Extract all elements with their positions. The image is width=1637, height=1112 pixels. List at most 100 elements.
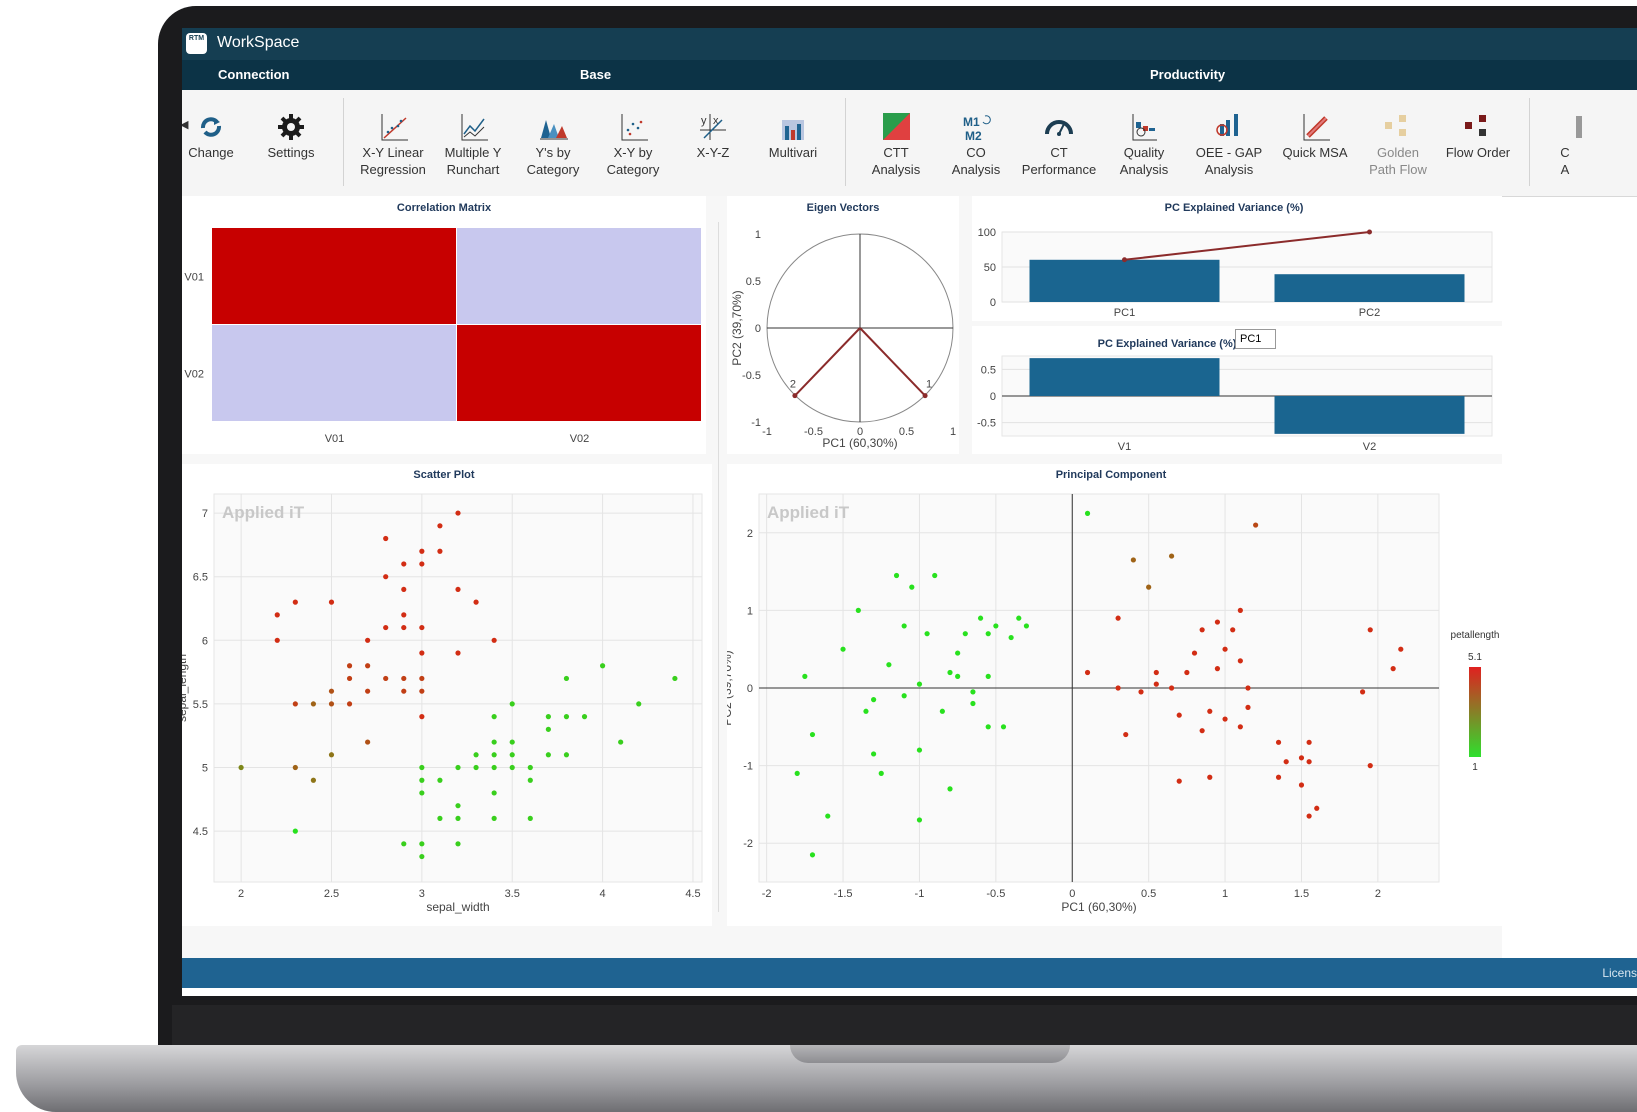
- data-point: [365, 663, 371, 669]
- x-tick-label: V2: [1363, 441, 1376, 453]
- y-tick-label: 5: [202, 763, 208, 775]
- data-point: [419, 561, 425, 567]
- toolbar-button-ctt-analysis[interactable]: CTT Analysis: [853, 110, 939, 178]
- eigen-vector: [859, 327, 926, 397]
- data-point: [328, 752, 335, 758]
- data-point: [437, 815, 443, 821]
- scatter-chart: 2 2.5 3 3.5 4 4.5 4.5 5 5.5 6 6.5 7 Applied iT sepal_…: [182, 493, 703, 914]
- toolbar-button-xy-by-category[interactable]: X-Y by Category: [590, 110, 676, 178]
- toolbar-button-gear[interactable]: Settings: [248, 110, 334, 161]
- heatmap-x-label: V01: [325, 433, 345, 445]
- y-tick-label: -1: [751, 417, 761, 429]
- toolbar-button-change[interactable]: Change: [182, 110, 254, 161]
- data-point: [292, 828, 298, 834]
- data-point: [491, 764, 497, 771]
- data-point: [909, 584, 915, 590]
- heatmap-cell: [212, 228, 456, 324]
- x-tick-label: 2: [1375, 888, 1381, 900]
- toolbar-button-oee-gap[interactable]: OEE - GAP Analysis: [1186, 110, 1272, 178]
- data-point: [901, 623, 907, 629]
- x-tick-label: 1: [950, 426, 956, 438]
- data-point: [1115, 615, 1121, 621]
- toolbar-button-golden-path[interactable]: Golden Path Flow: [1355, 110, 1441, 178]
- y-axis-label: PC2 (39,70%): [727, 650, 734, 725]
- y-axis-label: PC2 (39,70%): [730, 290, 744, 365]
- x-axis-label: PC1 (60,30%): [1061, 900, 1136, 914]
- toolbar-button-xyz[interactable]: y x X-Y-Z: [670, 110, 756, 161]
- y-tick-label: 5.5: [193, 699, 208, 711]
- y-tick-label: -0.5: [742, 370, 761, 382]
- heatmap-x-label: V02: [570, 433, 590, 445]
- data-point: [893, 572, 900, 579]
- heatmap-cell: [457, 228, 701, 324]
- data-point: [1123, 731, 1129, 738]
- toolbar-button-label: Multivari: [768, 145, 818, 160]
- data-point: [509, 752, 515, 758]
- x-tick-label: 2.5: [324, 888, 339, 900]
- x-tick-label: 4: [600, 888, 606, 900]
- data-point: [437, 523, 443, 529]
- toolbar-button-quick-msa[interactable]: Quick MSA: [1272, 110, 1358, 161]
- data-point: [955, 673, 961, 679]
- data-point: [491, 637, 497, 643]
- loading-bar: [1274, 396, 1465, 434]
- toolbar-button-label: Performance: [1021, 162, 1097, 177]
- data-point: [985, 631, 991, 637]
- x-axis-label: PC1 (60,30%): [822, 436, 897, 450]
- toolbar-button-label: C: [1560, 145, 1570, 160]
- data-point: [1138, 689, 1144, 695]
- data-point: [527, 815, 533, 821]
- data-point: [545, 726, 551, 732]
- flow-order-icon: [1435, 110, 1521, 144]
- data-point: [932, 572, 938, 579]
- data-point: [1084, 669, 1091, 676]
- data-point: [292, 701, 298, 707]
- plot-area: [213, 493, 703, 883]
- data-point: [545, 752, 551, 758]
- data-point: [939, 708, 945, 714]
- toolbar-button-multivari[interactable]: Multivari: [750, 110, 836, 161]
- toolbar-button-label: Category: [526, 162, 580, 177]
- data-point: [401, 612, 407, 618]
- data-point: [328, 701, 335, 707]
- cumulative-point: [1367, 229, 1372, 235]
- watermark-text: Applied iT: [767, 503, 850, 522]
- toolbar-button-flow-order[interactable]: Flow Order: [1435, 110, 1521, 161]
- toolbar-button-linear-regression[interactable]: X-Y Linear Regression: [350, 110, 436, 178]
- data-point: [419, 790, 425, 796]
- toolbar-button-co-analysis[interactable]: M1 M2 CO Analysis: [933, 110, 1019, 178]
- toolbar-button-label: Y's by: [535, 145, 571, 160]
- data-point: [1390, 666, 1396, 672]
- xyz-icon: yx: [670, 110, 756, 144]
- data-point: [1153, 669, 1159, 676]
- watermark-text: Applied iT: [222, 503, 305, 522]
- data-point: [310, 701, 317, 707]
- toolbar-button-truncated[interactable]: CA: [1522, 110, 1608, 178]
- eigen-vector-tip: [922, 393, 928, 399]
- toolbar-button-ys-by-category[interactable]: Y's by Category: [510, 110, 596, 178]
- heatmap-cell: [212, 325, 456, 421]
- data-point: [509, 764, 515, 771]
- data-point: [274, 612, 280, 618]
- data-point: [509, 701, 515, 707]
- data-point: [1298, 755, 1305, 761]
- y-tick-label: 1: [755, 229, 761, 241]
- toolbar-button-gauge[interactable]: CT Performance: [1016, 110, 1102, 178]
- x-tick-label: -0.5: [986, 888, 1005, 900]
- toolbar-button-label: Path Flow: [1369, 162, 1427, 177]
- y-tick-label: 4.5: [193, 826, 208, 838]
- toolbar-button-label: Analysis: [1204, 162, 1254, 177]
- data-point: [1184, 669, 1190, 676]
- toolbar-button-quality-analysis[interactable]: Quality Analysis: [1101, 110, 1187, 178]
- data-point: [527, 764, 533, 771]
- license-status[interactable]: Licens: [1602, 966, 1637, 980]
- data-point: [1306, 759, 1312, 765]
- data-point: [509, 739, 515, 745]
- data-point: [1008, 634, 1014, 641]
- data-point: [1199, 627, 1205, 633]
- eigen-vector-label: 2: [790, 379, 796, 391]
- toolbar-button-runchart[interactable]: Multiple Y Runchart: [430, 110, 516, 178]
- data-point: [1245, 685, 1251, 691]
- data-point: [1398, 646, 1404, 652]
- data-point: [1146, 584, 1152, 590]
